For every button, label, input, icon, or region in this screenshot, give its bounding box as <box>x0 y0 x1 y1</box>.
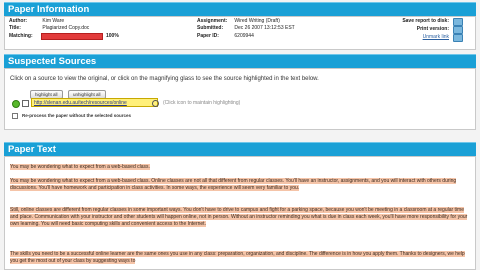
source-link[interactable]: http://slenan.edu.au/tech/resources/onli… <box>31 98 158 107</box>
save-icon[interactable] <box>453 18 463 26</box>
assignment-value: Wired Writing (Draft) <box>234 18 280 24</box>
matching-row: Matching: <box>9 33 33 39</box>
paper-paragraph-2: You may be wondering what to expect from… <box>10 178 457 191</box>
print-icon[interactable] <box>453 26 463 34</box>
highlight-hint: (Click icon to maintain highlighting) <box>163 100 241 106</box>
matching-percent-bar <box>41 33 103 40</box>
save-report-label: Save report to disk: <box>402 18 449 24</box>
source-status-icon <box>12 100 20 108</box>
unmark-icon[interactable] <box>453 34 463 42</box>
sources-instruction: Click on a source to view the original, … <box>10 76 319 82</box>
reprocess-label[interactable]: Re-process the paper without the selecte… <box>22 113 131 118</box>
source-checkbox[interactable] <box>22 100 29 107</box>
submitted-value: Dec 26 2007 13:12:53 EST <box>234 25 295 31</box>
magnifying-glass-icon[interactable] <box>152 100 159 107</box>
title-row: Title: Plagiarized Copy.doc <box>9 25 90 31</box>
print-version-label: Print version: <box>416 26 449 32</box>
paper-text-title: Paper Text <box>8 144 56 155</box>
paper-id-row: Paper ID: 6209944 <box>197 33 254 39</box>
author-value: Kim Ware <box>42 18 65 24</box>
submitted-row: Submitted: Dec 26 2007 13:12:53 EST <box>197 25 295 31</box>
matching-percent: 100% <box>106 33 119 39</box>
paper-id-value: 6209944 <box>234 33 254 39</box>
turnitin-originality-report: Paper Information Author: Kim Ware Title… <box>0 0 480 270</box>
unmark-link[interactable]: Unmark link <box>423 34 449 40</box>
assignment-row: Assignment: Wired Writing (Draft) <box>197 18 280 24</box>
paper-paragraph-1: You may be wondering what to expect from… <box>10 164 150 170</box>
suspected-sources-title: Suspected Sources <box>8 56 97 67</box>
paper-paragraph-4: The skills you need to be a successful o… <box>10 251 465 264</box>
reprocess-checkbox[interactable] <box>12 113 18 119</box>
paper-info-title: Paper Information <box>8 4 90 15</box>
paper-paragraph-3: Still, online classes are different from… <box>10 207 468 227</box>
title-value: Plagiarized Copy.doc <box>42 25 90 31</box>
author-row: Author: Kim Ware <box>9 18 65 24</box>
